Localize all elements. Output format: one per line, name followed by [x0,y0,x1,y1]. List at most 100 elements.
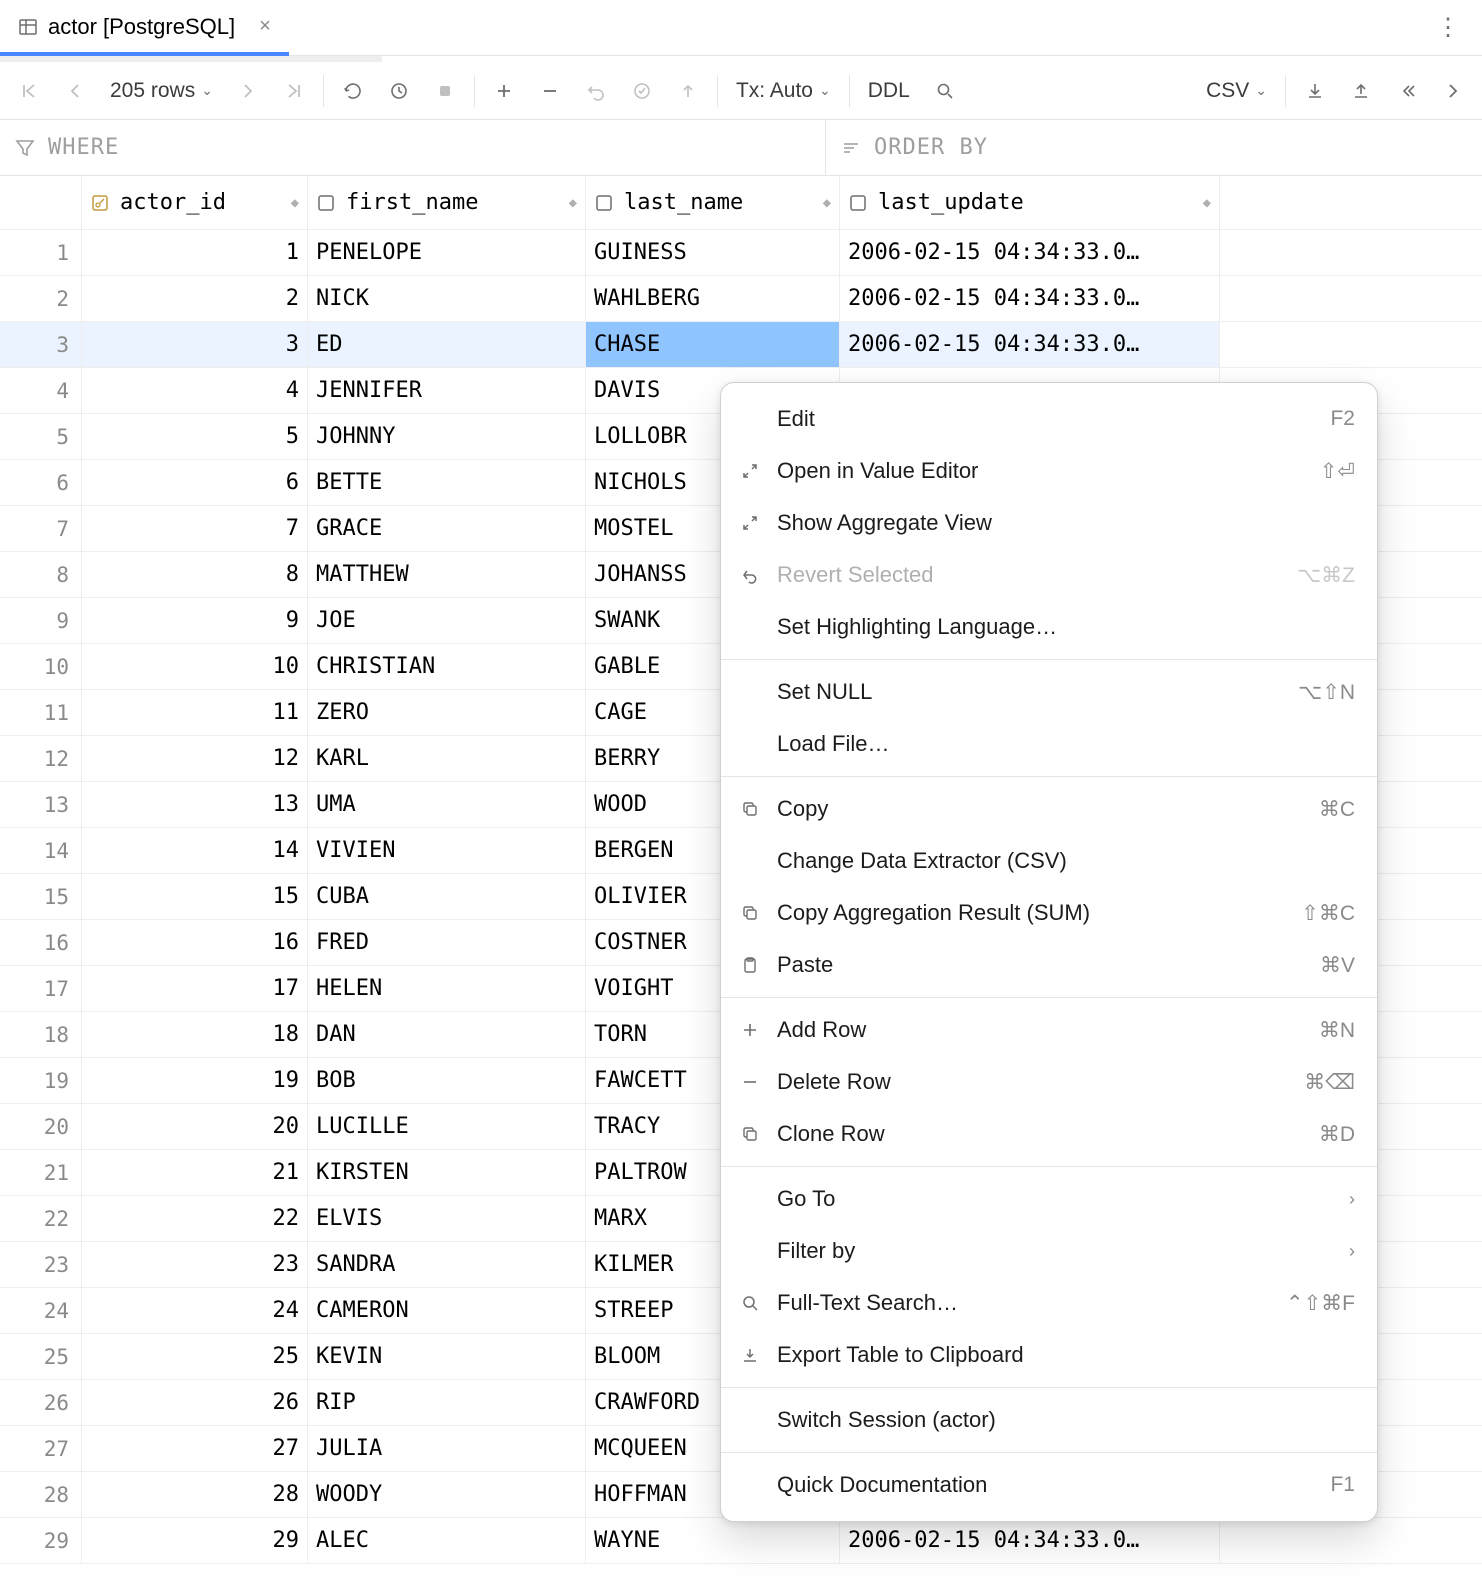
delete-row-button[interactable] [529,70,571,112]
table-row[interactable]: 33EDCHASE2006-02-15 04:34:33.0… [0,322,1482,368]
cell-first-name[interactable]: BETTE [308,460,586,505]
cell-actor-id[interactable]: 15 [82,874,308,919]
cell-first-name[interactable]: CHRISTIAN [308,644,586,689]
cell-first-name[interactable]: LUCILLE [308,1104,586,1149]
menu-item[interactable]: Load File… [721,718,1377,770]
cell-actor-id[interactable]: 16 [82,920,308,965]
cell-actor-id[interactable]: 18 [82,1012,308,1057]
cell-first-name[interactable]: JOE [308,598,586,643]
first-page-button[interactable] [8,70,50,112]
cell-actor-id[interactable]: 12 [82,736,308,781]
tab-actor[interactable]: actor [PostgreSQL] × [0,1,289,56]
cell-first-name[interactable]: UMA [308,782,586,827]
cell-actor-id[interactable]: 23 [82,1242,308,1287]
cell-actor-id[interactable]: 20 [82,1104,308,1149]
menu-item[interactable]: Quick DocumentationF1 [721,1459,1377,1511]
cell-first-name[interactable]: JENNIFER [308,368,586,413]
cell-first-name[interactable]: KEVIN [308,1334,586,1379]
cell-actor-id[interactable]: 6 [82,460,308,505]
column-header-last-name[interactable]: last_name ◆ [586,176,840,229]
add-row-button[interactable] [483,70,525,112]
cell-last-update[interactable]: 2006-02-15 04:34:33.0… [840,276,1220,321]
cell-actor-id[interactable]: 21 [82,1150,308,1195]
ddl-button[interactable]: DDL [858,79,920,103]
next-page-button[interactable] [227,70,269,112]
menu-item[interactable]: Change Data Extractor (CSV) [721,835,1377,887]
cell-first-name[interactable]: BOB [308,1058,586,1103]
history-button[interactable] [378,70,420,112]
cell-first-name[interactable]: DAN [308,1012,586,1057]
cell-first-name[interactable]: SANDRA [308,1242,586,1287]
cell-first-name[interactable]: ELVIS [308,1196,586,1241]
revert-button[interactable] [575,70,617,112]
csv-dropdown[interactable]: CSV ⌄ [1196,79,1277,103]
menu-item[interactable]: Full-Text Search…⌃⇧⌘F [721,1277,1377,1329]
menu-item[interactable]: Filter by› [721,1225,1377,1277]
menu-item[interactable]: Copy Aggregation Result (SUM)⇧⌘C [721,887,1377,939]
menu-item[interactable]: Paste⌘V [721,939,1377,991]
menu-item[interactable]: Delete Row⌘⌫ [721,1056,1377,1108]
download-button[interactable] [1294,70,1336,112]
column-header-actor-id[interactable]: actor_id ◆ [82,176,308,229]
menu-item[interactable]: Clone Row⌘D [721,1108,1377,1160]
expand-panel-button[interactable] [1432,70,1474,112]
where-filter[interactable]: WHERE [0,120,826,175]
cell-actor-id[interactable]: 5 [82,414,308,459]
cell-actor-id[interactable]: 9 [82,598,308,643]
cell-first-name[interactable]: PENELOPE [308,230,586,275]
cell-last-update[interactable]: 2006-02-15 04:34:33.0… [840,1518,1220,1563]
cell-last-name[interactable]: GUINESS [586,230,840,275]
cell-actor-id[interactable]: 3 [82,322,308,367]
cell-actor-id[interactable]: 7 [82,506,308,551]
cell-actor-id[interactable]: 1 [82,230,308,275]
cell-actor-id[interactable]: 19 [82,1058,308,1103]
cell-first-name[interactable]: FRED [308,920,586,965]
cell-actor-id[interactable]: 4 [82,368,308,413]
submit-button[interactable] [667,70,709,112]
cell-actor-id[interactable]: 25 [82,1334,308,1379]
cell-actor-id[interactable]: 14 [82,828,308,873]
menu-item[interactable]: Set Highlighting Language… [721,601,1377,653]
cell-actor-id[interactable]: 29 [82,1518,308,1563]
cell-first-name[interactable]: RIP [308,1380,586,1425]
reload-button[interactable] [332,70,374,112]
close-icon[interactable]: × [259,15,271,38]
search-button[interactable] [924,70,966,112]
last-page-button[interactable] [273,70,315,112]
cell-last-name[interactable]: WAYNE [586,1518,840,1563]
menu-item[interactable]: Export Table to Clipboard [721,1329,1377,1381]
cell-last-update[interactable]: 2006-02-15 04:34:33.0… [840,322,1220,367]
menu-item[interactable]: Add Row⌘N [721,1004,1377,1056]
cell-actor-id[interactable]: 26 [82,1380,308,1425]
stop-button[interactable] [424,70,466,112]
cell-first-name[interactable]: CAMERON [308,1288,586,1333]
cell-first-name[interactable]: KIRSTEN [308,1150,586,1195]
menu-item[interactable]: Show Aggregate View [721,497,1377,549]
row-count-dropdown[interactable]: 205 rows ⌄ [100,79,223,103]
cell-first-name[interactable]: JULIA [308,1426,586,1471]
cell-actor-id[interactable]: 22 [82,1196,308,1241]
prev-page-button[interactable] [54,70,96,112]
menu-item[interactable]: Switch Session (actor) [721,1394,1377,1446]
cell-first-name[interactable]: NICK [308,276,586,321]
tx-mode-dropdown[interactable]: Tx: Auto ⌄ [726,79,841,103]
cell-last-update[interactable]: 2006-02-15 04:34:33.0… [840,230,1220,275]
cell-first-name[interactable]: ZERO [308,690,586,735]
cell-first-name[interactable]: CUBA [308,874,586,919]
cell-actor-id[interactable]: 2 [82,276,308,321]
cell-actor-id[interactable]: 13 [82,782,308,827]
cell-last-name[interactable]: WAHLBERG [586,276,840,321]
cell-first-name[interactable]: MATTHEW [308,552,586,597]
table-row[interactable]: 11PENELOPEGUINESS2006-02-15 04:34:33.0… [0,230,1482,276]
commit-button[interactable] [621,70,663,112]
order-filter[interactable]: ORDER BY [826,120,1482,175]
cell-first-name[interactable]: ALEC [308,1518,586,1563]
cell-first-name[interactable]: HELEN [308,966,586,1011]
upload-button[interactable] [1340,70,1382,112]
menu-item[interactable]: Open in Value Editor⇧⏎ [721,445,1377,497]
cell-first-name[interactable]: JOHNNY [308,414,586,459]
cell-actor-id[interactable]: 11 [82,690,308,735]
cell-actor-id[interactable]: 8 [82,552,308,597]
column-header-last-update[interactable]: last_update ◆ [840,176,1220,229]
cell-first-name[interactable]: WOODY [308,1472,586,1517]
